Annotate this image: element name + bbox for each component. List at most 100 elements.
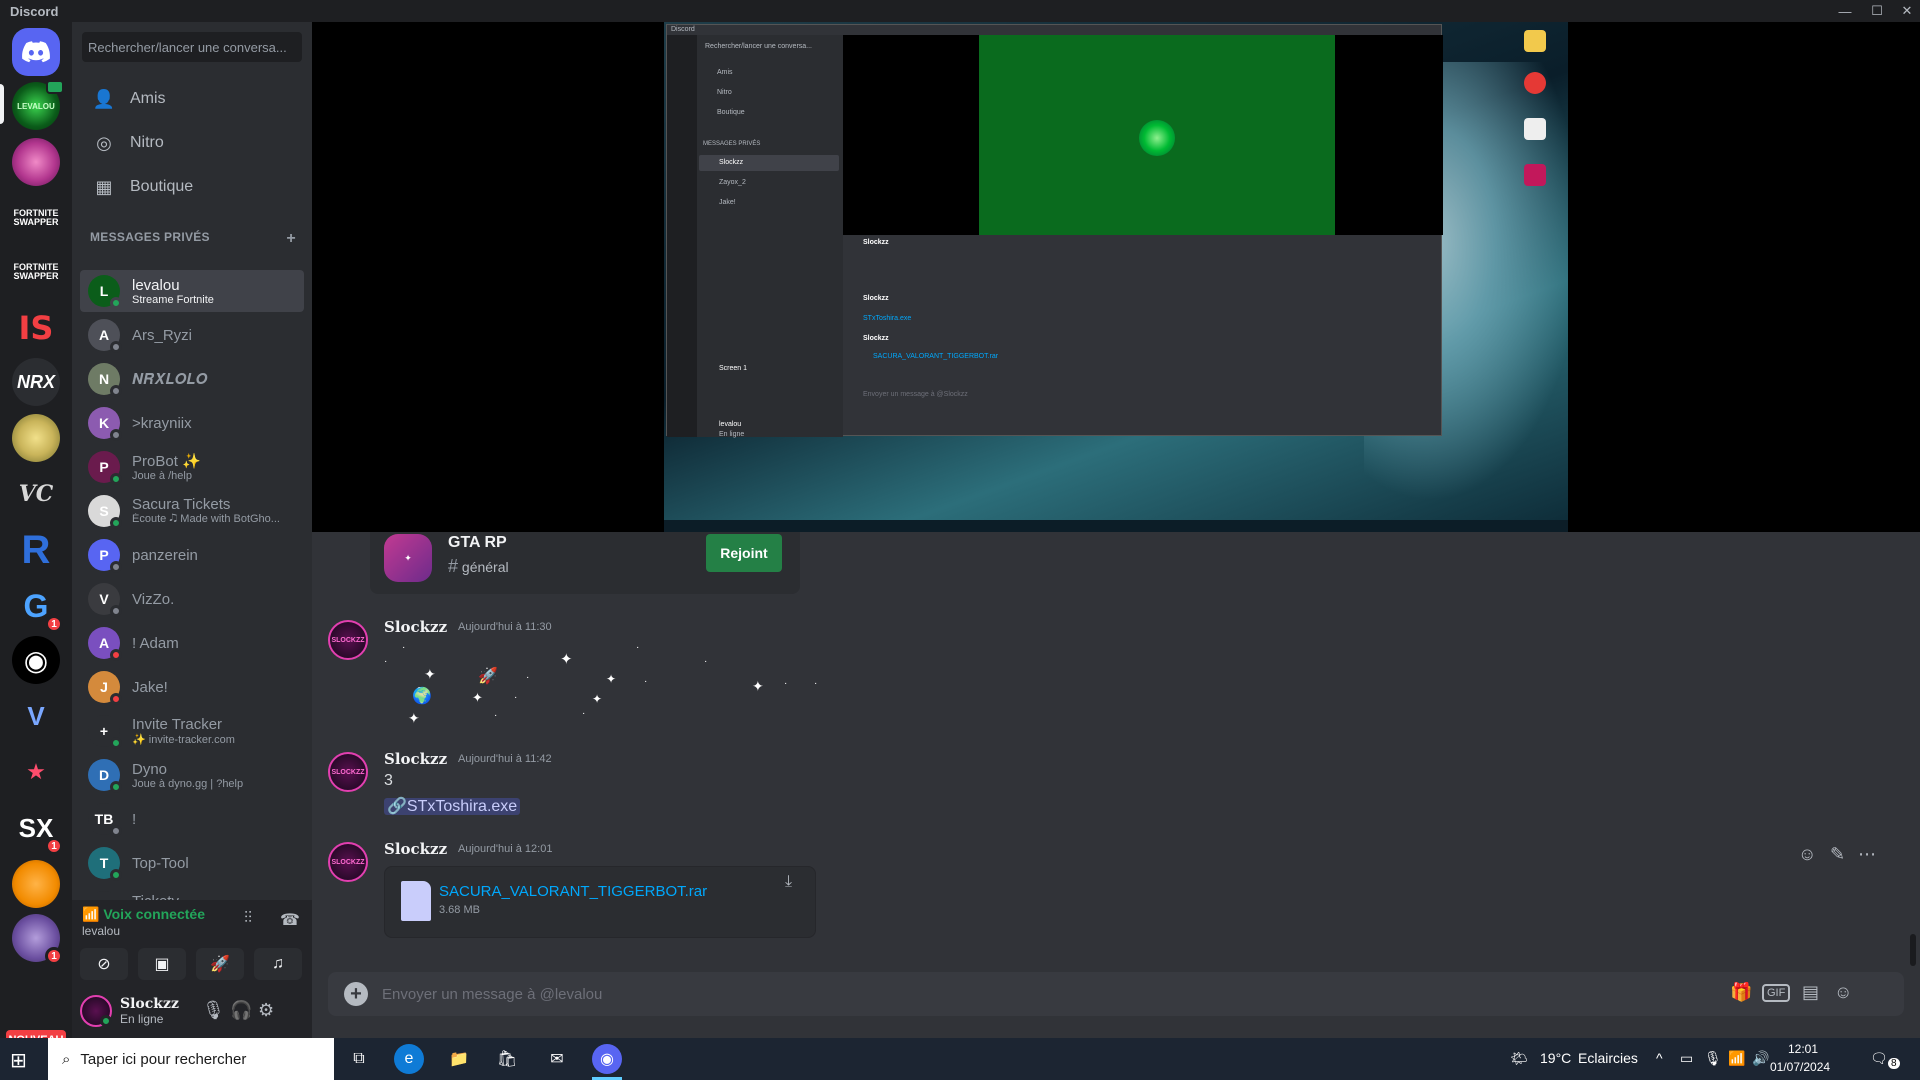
mail-icon[interactable]: ✉ xyxy=(542,1044,572,1074)
gift-icon[interactable]: 🎁 xyxy=(1730,982,1752,1003)
disconnect-icon[interactable]: ☎ xyxy=(280,910,300,930)
server-vc[interactable]: VC xyxy=(12,470,60,518)
wifi-icon[interactable]: 📶 xyxy=(1728,1050,1745,1067)
minimize-button[interactable]: — xyxy=(1830,0,1860,22)
file-name-link[interactable]: SACURA_VALORANT_TIGGERBOT.rar xyxy=(439,883,707,900)
dm-item[interactable]: D Dyno Joue à dyno.gg | ?help xyxy=(80,754,304,796)
attach-plus-icon[interactable]: + xyxy=(344,982,368,1006)
more-options-icon[interactable]: ⋯ xyxy=(1858,844,1876,865)
user-avatar[interactable] xyxy=(80,995,112,1027)
server-orange[interactable] xyxy=(12,860,60,908)
soundboard-icon[interactable]: ♫ xyxy=(254,948,302,980)
server-g[interactable]: G1 xyxy=(12,582,63,633)
dm-item[interactable]: Llevalou Streame Fortnite xyxy=(80,270,304,312)
server-shield-v[interactable]: V xyxy=(12,692,60,740)
store-icon[interactable]: 🛍 xyxy=(492,1044,522,1074)
microphone-icon[interactable]: 🎙 xyxy=(202,1000,225,1021)
server-fortnite-swapper-1[interactable]: FORTNITE SWAPPER xyxy=(12,194,60,242)
dm-item[interactable]: N 𝑵𝑹𝑿𝑳𝑶𝑳𝑶 xyxy=(80,358,304,400)
server-r[interactable]: R xyxy=(12,526,60,574)
dm-item[interactable]: P ProBot ✨ Joue à /help xyxy=(80,446,304,488)
dm-item[interactable]: V VizZo. xyxy=(80,578,304,620)
shop-icon: ▦ xyxy=(95,176,113,197)
close-button[interactable]: ✕ xyxy=(1892,0,1920,22)
emoji-icon[interactable]: ☺ xyxy=(1834,982,1852,1003)
server-globe[interactable]: ◉ xyxy=(12,636,60,684)
screen-share-stream[interactable]: Discord Rechercher/lancer une conversa..… xyxy=(312,22,1920,532)
author-avatar[interactable]: SLOCKZZ xyxy=(328,620,368,660)
search-icon: ⌕ xyxy=(62,1050,71,1068)
discord-taskbar-icon[interactable]: ◉ xyxy=(592,1044,622,1074)
dm-item[interactable]: + Invite Tracker ✨ invite-tracker.com xyxy=(80,710,304,752)
server-landscape[interactable] xyxy=(12,414,60,462)
message-author[interactable]: Slockzz xyxy=(384,750,447,768)
dm-search-input[interactable]: Rechercher/lancer une conversa... xyxy=(82,32,302,62)
server-star-shield[interactable]: ★ xyxy=(12,748,60,796)
noise-suppression-icon[interactable]: ⫶⫶ xyxy=(244,910,252,928)
server-nrx[interactable]: NRX xyxy=(12,358,60,406)
dm-item[interactable]: Ppanzerein xyxy=(80,534,304,576)
gif-button[interactable]: GIF xyxy=(1762,984,1791,1002)
voice-status: 📶 Voix connectée xyxy=(82,906,205,922)
download-icon[interactable]: ⤓ xyxy=(785,873,792,891)
join-button[interactable]: Rejoint xyxy=(706,534,782,572)
edit-icon[interactable]: ✎ xyxy=(1830,844,1845,865)
dm-item[interactable]: K >krayniix xyxy=(80,402,304,444)
desktop-icon xyxy=(1524,118,1546,140)
screen-share-icon[interactable]: ▣ xyxy=(138,948,186,980)
camera-off-icon[interactable]: ⊘ xyxy=(80,948,128,980)
maximize-button[interactable]: ☐ xyxy=(1862,0,1892,22)
mic-tray-icon[interactable]: 🎙 xyxy=(1704,1050,1722,1067)
add-dm-button[interactable]: + xyxy=(286,230,296,248)
battery-icon[interactable]: ▭ xyxy=(1680,1050,1693,1067)
notification-icon[interactable]: 🗨 xyxy=(1870,1050,1888,1067)
voice-channel-name[interactable]: levalou xyxy=(82,924,120,938)
clock-date[interactable]: 01/07/2024 xyxy=(1770,1060,1830,1074)
author-avatar[interactable]: SLOCKZZ xyxy=(328,842,368,882)
taskbar-search[interactable]: ⌕ Taper ici pour rechercher xyxy=(48,1038,334,1080)
mini-section: MESSAGES PRIVÉS xyxy=(703,141,761,147)
dm-avatar: + xyxy=(88,715,122,749)
activity-icon[interactable]: 🚀 xyxy=(196,948,244,980)
dm-item[interactable]: TB! xyxy=(80,798,304,840)
server-fortnite-swapper-2[interactable]: FORTNITE SWAPPER xyxy=(12,248,60,296)
nav-nitro[interactable]: ◎ Nitro xyxy=(80,122,304,164)
mini-author: Slockzz xyxy=(863,295,889,302)
dm-avatar: V xyxy=(88,583,122,617)
home-button[interactable] xyxy=(12,28,60,76)
dm-item[interactable]: S Sacura Tickets Écoute 🎝 Made with BotGho… xyxy=(80,490,304,532)
dm-item[interactable]: A Ars_Ryzi xyxy=(80,314,304,356)
edge-icon[interactable]: e xyxy=(394,1044,424,1074)
dm-name: ! xyxy=(132,810,137,828)
server-fidelity[interactable] xyxy=(12,138,60,186)
chevron-up-icon[interactable]: ^ xyxy=(1656,1050,1663,1066)
nav-shop[interactable]: ▦ Boutique xyxy=(80,166,304,208)
server-is[interactable]: IS xyxy=(12,304,60,352)
dm-item[interactable]: J Jake! xyxy=(80,666,304,708)
author-avatar[interactable]: SLOCKZZ xyxy=(328,752,368,792)
server-levalou[interactable]: LEVALOU xyxy=(12,80,64,130)
sticker-icon[interactable]: ▤ xyxy=(1802,982,1819,1003)
server-wolf[interactable]: 1 xyxy=(12,914,63,965)
weather-desc[interactable]: Eclaircies xyxy=(1578,1050,1638,1066)
file-explorer-icon[interactable]: 📁 xyxy=(444,1044,474,1074)
task-view-icon[interactable]: ⧉ xyxy=(344,1044,374,1074)
message-input[interactable] xyxy=(382,982,1482,1006)
dm-item[interactable]: A ! Adam xyxy=(80,622,304,664)
message-author[interactable]: Slockzz xyxy=(384,618,447,636)
weather-temp[interactable]: 19°C xyxy=(1540,1050,1571,1066)
message-link[interactable]: 🔗STxToshira.exe xyxy=(384,796,521,816)
nav-friends[interactable]: 👤 Amis xyxy=(80,78,304,120)
mini-nav: Amis xyxy=(717,69,733,76)
nav-label: Nitro xyxy=(130,134,164,151)
server-sx[interactable]: SX 1 xyxy=(12,804,63,855)
volume-icon[interactable]: 🔊 xyxy=(1752,1050,1769,1067)
dm-item[interactable]: T Top-Tool xyxy=(80,842,304,884)
headphones-icon[interactable]: 🎧 xyxy=(230,1000,252,1021)
chat-scrollbar[interactable] xyxy=(1910,934,1916,966)
message-author[interactable]: Slockzz xyxy=(384,840,447,858)
add-reaction-icon[interactable]: ☺ xyxy=(1798,844,1816,865)
settings-gear-icon[interactable]: ⚙ xyxy=(258,1000,274,1021)
windows-start-icon[interactable]: ⊞ xyxy=(10,1048,27,1073)
clock-time[interactable]: 12:01 xyxy=(1788,1042,1818,1056)
